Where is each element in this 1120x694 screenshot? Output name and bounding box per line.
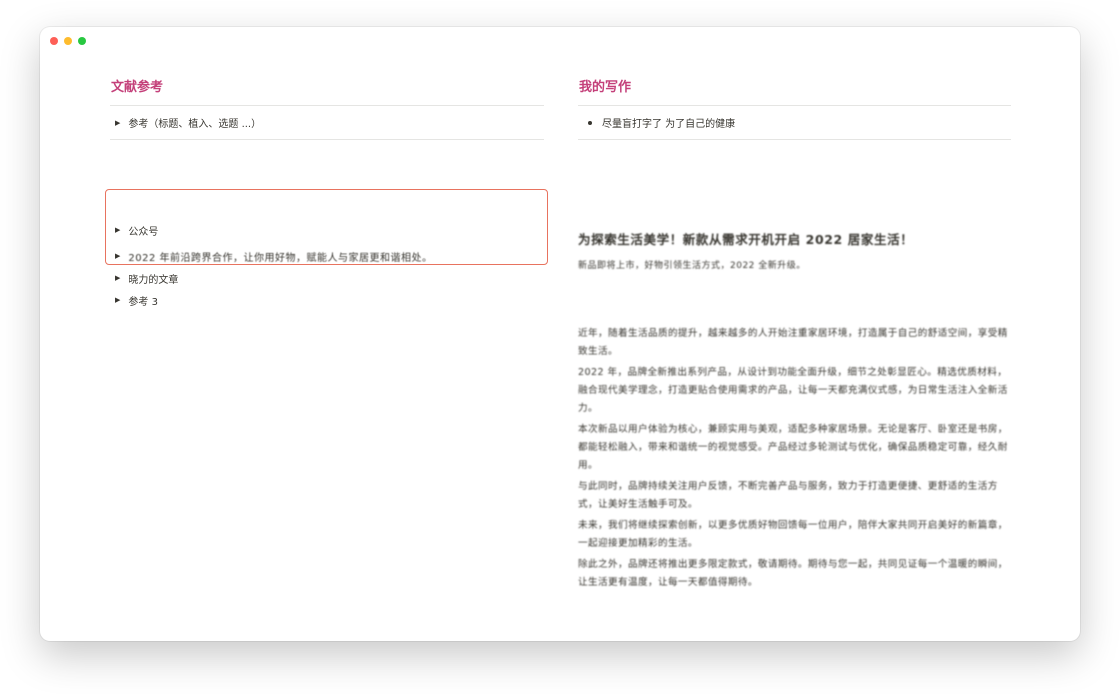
writing-heading: 我的写作 [578,79,1011,106]
article-title: 为探索生活美学！新款从需求开机开启 2022 居家生活！ [578,232,914,247]
minimize-window-button[interactable] [64,37,72,45]
toggle-reference[interactable]: ▶ 参考（标题、植入、选题 ...） [110,106,544,140]
toggle-label: 晓力的文章 [128,274,179,286]
toggle-xiaoli-article[interactable]: ▶ 晓力的文章 [110,267,544,289]
article-paragraph: 除此之外，品牌还将推出更多限定款式，敬请期待。期待与您一起，共同见证每一个温暖的… [578,559,1008,588]
triangle-right-icon[interactable]: ▶ [115,296,120,304]
toggle-label: 公众号 [128,226,159,238]
triangle-right-icon[interactable]: ▶ [115,274,120,282]
bullet-text: 尽量盲打字了 为了自己的健康 [602,119,736,130]
article-paragraph: 与此同时，品牌持续关注用户反馈，不断完善产品与服务，致力于打造更便捷、更舒适的生… [578,481,998,510]
triangle-right-icon[interactable]: ▶ [115,119,120,127]
article-paragraph: 近年，随着生活品质的提升，越来越多的人开始注重家居环境，打造属于自己的舒适空间，… [578,328,1008,357]
bullet-item[interactable]: 尽量盲打字了 为了自己的健康 [578,106,1011,140]
close-window-button[interactable] [50,37,58,45]
app-window: 文献参考 ▶ 参考（标题、植入、选题 ...） ▶ 公众号 ▶ 2022 年前沿… [40,27,1080,641]
toggle-label: 2022 年前沿跨界合作，让你用好物，赋能人与家居更和谐相处。 [128,252,433,264]
references-column: 文献参考 ▶ 参考（标题、植入、选题 ...） ▶ 公众号 ▶ 2022 年前沿… [105,79,548,308]
article-body: 近年，随着生活品质的提升，越来越多的人开始注重家居环境，打造属于自己的舒适空间，… [578,325,1011,595]
toggle-reference-3[interactable]: ▶ 参考 3 [110,289,544,311]
article-paragraph: 2022 年，品牌全新推出系列产品，从设计到功能全面升级，细节之处彰显匠心。精选… [578,367,1008,414]
toggle-article-2022[interactable]: ▶ 2022 年前沿跨界合作，让你用好物，赋能人与家居更和谐相处。 [110,245,544,267]
window-controls [50,37,86,45]
triangle-right-icon[interactable]: ▶ [115,226,120,234]
zoom-window-button[interactable] [78,37,86,45]
toggle-list: ▶ 公众号 ▶ 2022 年前沿跨界合作，让你用好物，赋能人与家居更和谐相处。 … [110,219,544,311]
writing-column: 我的写作 尽量盲打字了 为了自己的健康 为探索生活美学！新款从需求开机开启 20… [578,79,1011,588]
article-paragraph: 未来，我们将继续探索创新，以更多优质好物回馈每一位用户，陪伴大家共同开启美好的新… [578,520,1008,549]
references-heading: 文献参考 [110,79,544,106]
triangle-right-icon[interactable]: ▶ [115,252,120,260]
toggle-label: 参考 3 [128,296,158,308]
article-block[interactable]: 为探索生活美学！新款从需求开机开启 2022 居家生活！ 新品即将上市，好物引领… [578,229,1011,588]
article-paragraph: 本次新品以用户体验为核心，兼顾实用与美观，适配多种家居场景。无论是客厅、卧室还是… [578,424,1008,471]
toggle-wechat[interactable]: ▶ 公众号 [110,219,544,241]
bullet-icon [588,120,592,125]
article-subtitle: 新品即将上市，好物引领生活方式，2022 全新升级。 [578,261,806,271]
toggle-reference-label: 参考（标题、植入、选题 ...） [128,119,262,130]
